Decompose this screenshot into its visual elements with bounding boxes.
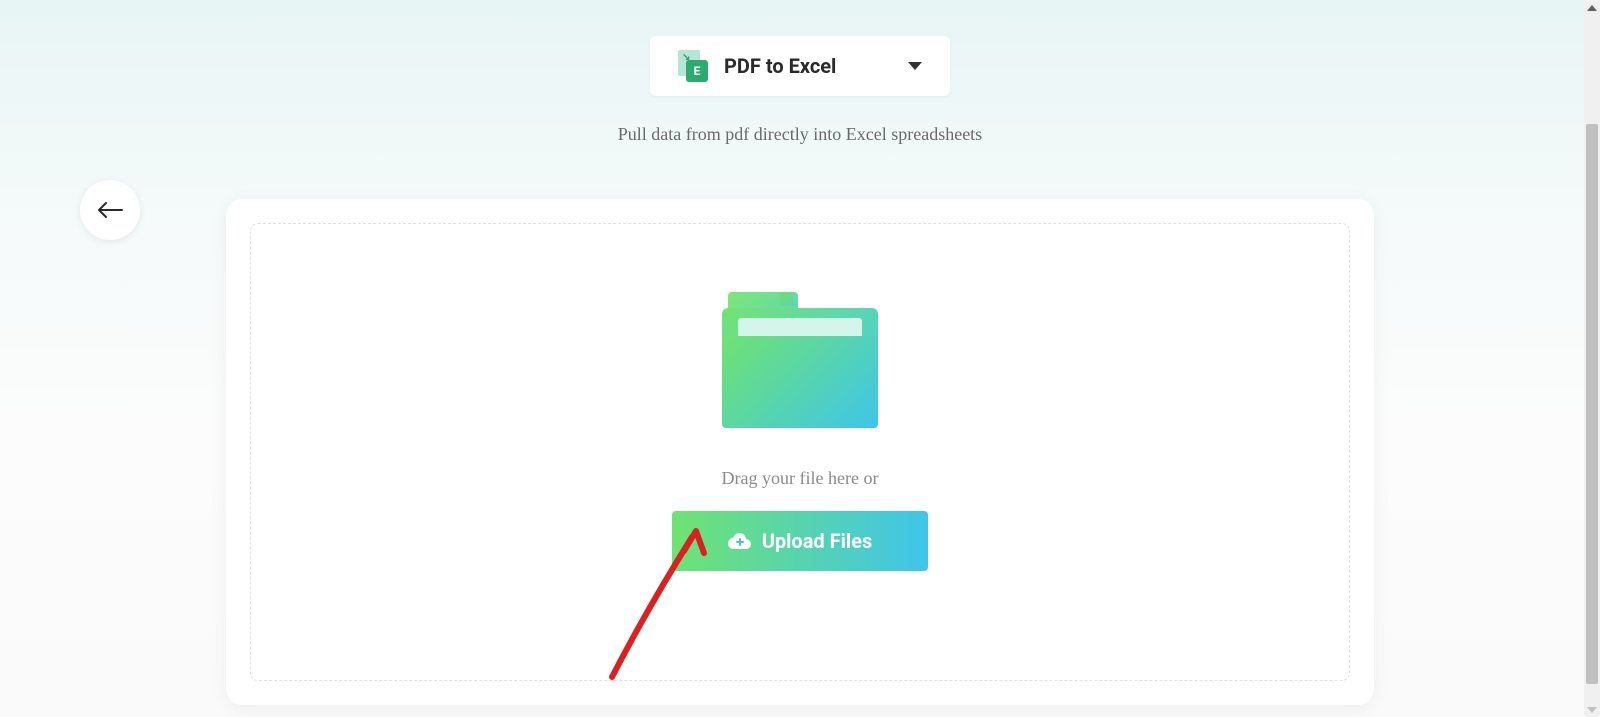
tool-selector-content: ↘ E PDF to Excel — [678, 50, 836, 82]
arrow-left-icon — [96, 201, 124, 219]
upload-button-label: Upload Files — [762, 529, 873, 553]
upload-dropzone[interactable]: Drag your file here or Upload Files — [250, 223, 1350, 681]
tool-label: PDF to Excel — [724, 54, 836, 78]
upload-card: Drag your file here or Upload Files — [226, 199, 1374, 705]
chevron-down-icon — [908, 62, 922, 70]
scrollbar-thumb[interactable] — [1586, 124, 1598, 684]
scroll-down-button[interactable] — [1584, 702, 1600, 717]
cloud-upload-icon — [728, 531, 752, 551]
tool-selector-dropdown[interactable]: ↘ E PDF to Excel — [650, 36, 950, 96]
back-button[interactable] — [80, 180, 140, 240]
scroll-up-button[interactable] — [1584, 0, 1600, 15]
main-container: ↘ E PDF to Excel Pull data from pdf dire… — [0, 0, 1600, 705]
upload-files-button[interactable]: Upload Files — [672, 511, 929, 571]
tool-description: Pull data from pdf directly into Excel s… — [618, 124, 982, 145]
pdf-to-excel-icon: ↘ E — [678, 50, 710, 82]
drag-instruction-text: Drag your file here or — [722, 468, 879, 489]
folder-icon — [720, 292, 880, 432]
scrollbar-track[interactable] — [1584, 0, 1600, 702]
